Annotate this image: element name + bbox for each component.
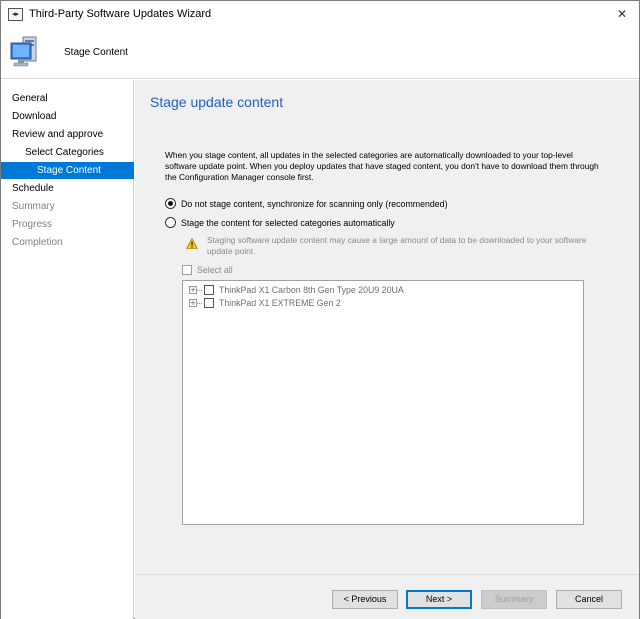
- tree-item[interactable]: + ThinkPad X1 EXTREME Gen 2: [189, 297, 341, 309]
- checkbox: [182, 265, 192, 275]
- summary-button: Summary: [481, 590, 547, 609]
- nav-item-download[interactable]: Download: [1, 108, 134, 125]
- tree-connector: [197, 302, 202, 304]
- previous-button[interactable]: < Previous: [332, 590, 398, 609]
- tree-item-label: ThinkPad X1 EXTREME Gen 2: [219, 298, 341, 308]
- tree-item[interactable]: + ThinkPad X1 Carbon 8th Gen Type 20U9 2…: [189, 284, 404, 296]
- nav-item-stage-content[interactable]: Stage Content: [1, 162, 134, 179]
- nav-item-general[interactable]: General: [1, 90, 134, 107]
- option-label: Do not stage content, synchronize for sc…: [181, 198, 448, 209]
- option-stage-automatically[interactable]: Stage the content for selected categorie…: [165, 216, 395, 229]
- page-heading: Stage update content: [150, 94, 284, 110]
- select-all-label: Select all: [197, 265, 233, 275]
- cancel-button[interactable]: Cancel: [556, 590, 622, 609]
- radio-button-selected[interactable]: [165, 198, 176, 209]
- nav-item-progress: Progress: [12, 219, 53, 230]
- expand-icon[interactable]: +: [189, 299, 197, 307]
- close-button[interactable]: ✕: [611, 5, 633, 23]
- wizard-nav: General Download Review and approve Sele…: [1, 80, 134, 619]
- content-panel: Stage update content When you stage cont…: [135, 80, 639, 574]
- app-icon: ◂▸: [8, 8, 23, 21]
- warning-text: Staging software update content may caus…: [207, 235, 587, 256]
- select-all-checkbox: Select all: [182, 264, 233, 276]
- wizard-header: Stage Content: [1, 29, 639, 79]
- description-text: When you stage content, all updates in t…: [165, 150, 599, 182]
- nav-item-completion: Completion: [12, 237, 63, 248]
- tree-item-label: ThinkPad X1 Carbon 8th Gen Type 20U9 20U…: [219, 285, 404, 295]
- nav-item-select-categories[interactable]: Select Categories: [1, 144, 134, 161]
- computer-icon: [10, 36, 37, 67]
- next-button[interactable]: Next >: [406, 590, 472, 609]
- tree-item-checkbox[interactable]: [204, 285, 214, 295]
- option-label: Stage the content for selected categorie…: [181, 217, 395, 228]
- tree-connector: [197, 289, 202, 291]
- expand-icon[interactable]: +: [189, 286, 197, 294]
- nav-item-summary: Summary: [12, 201, 55, 212]
- window-title: Third-Party Software Updates Wizard: [29, 8, 212, 20]
- close-icon: ✕: [616, 7, 628, 21]
- wizard-window: ◂▸ Third-Party Software Updates Wizard ✕…: [0, 0, 640, 619]
- tree-item-checkbox[interactable]: [204, 298, 214, 308]
- warning-icon: [186, 238, 198, 249]
- radio-button[interactable]: [165, 217, 176, 228]
- header-title: Stage Content: [64, 47, 128, 58]
- option-do-not-stage[interactable]: Do not stage content, synchronize for sc…: [165, 197, 448, 210]
- nav-item-review-and-approve[interactable]: Review and approve: [1, 126, 134, 143]
- title-bar[interactable]: ◂▸ Third-Party Software Updates Wizard ✕: [1, 1, 639, 29]
- category-tree[interactable]: + ThinkPad X1 Carbon 8th Gen Type 20U9 2…: [182, 280, 584, 525]
- nav-item-schedule[interactable]: Schedule: [1, 180, 134, 197]
- wizard-footer: < Previous Next > Summary Cancel: [135, 574, 639, 619]
